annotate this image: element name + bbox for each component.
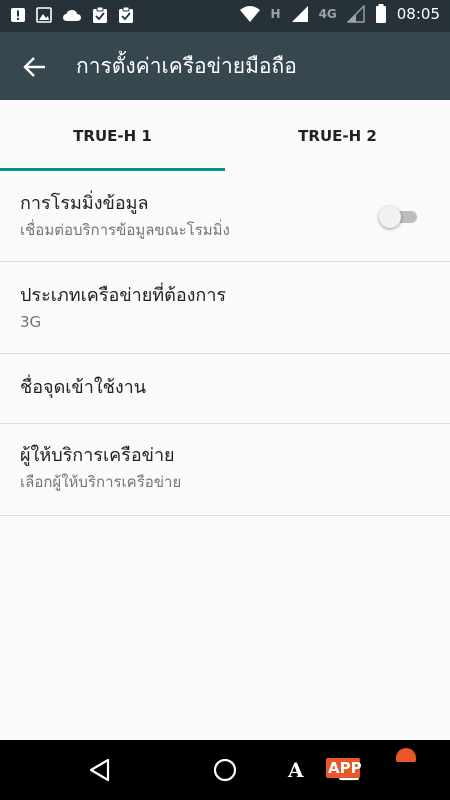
network-h-label: H	[270, 7, 281, 21]
watermark-text: APP	[328, 759, 362, 777]
status-bar: H 4G 08:05	[0, 0, 450, 32]
network-operators-title: ผู้ให้บริการเครือข่าย	[20, 445, 175, 466]
back-button[interactable]	[22, 54, 48, 80]
navigation-bar: A APP	[0, 740, 450, 800]
arrow-back-icon	[23, 57, 45, 77]
page-title: การตั้งค่าเครือข่ายมือถือ	[76, 54, 297, 78]
image-icon	[36, 7, 52, 23]
tab-indicator	[0, 168, 225, 171]
system-icons: H 4G 08:05	[239, 4, 440, 24]
access-point-names-preference[interactable]: ชื่อจุดเข้าใช้งาน	[0, 354, 450, 424]
tab-true-h-1[interactable]: TRUE-H 1	[0, 100, 225, 172]
data-roaming-summary: เชื่อมต่อบริการข้อมูลขณะโรมมิ่ง	[20, 221, 230, 239]
network-operators-summary: เลือกผู้ให้บริการเครือข่าย	[20, 473, 182, 491]
back-triangle-icon	[89, 758, 110, 782]
cloud-icon	[63, 10, 81, 21]
preference-list: การโรมมิ่งข้อมูล เชื่อมต่อบริการข้อมูลขณ…	[0, 172, 450, 516]
network-4g-label: 4G	[318, 7, 337, 21]
clipboard-check-icon	[119, 6, 133, 23]
watermark-flame-icon	[396, 748, 416, 762]
preferred-network-type-title: ประเภทเครือข่ายที่ต้องการ	[20, 285, 227, 306]
network-operators-preference[interactable]: ผู้ให้บริการเครือข่าย เลือกผู้ให้บริการเ…	[0, 424, 450, 516]
tab-true-h-2[interactable]: TRUE-H 2	[225, 100, 450, 172]
access-point-names-title: ชื่อจุดเข้าใช้งาน	[20, 377, 147, 398]
clock: 08:05	[396, 5, 440, 23]
battery-icon	[375, 4, 386, 23]
data-roaming-preference[interactable]: การโรมมิ่งข้อมูล เชื่อมต่อบริการข้อมูลขณ…	[0, 172, 450, 262]
watermark-mark: A	[288, 758, 304, 782]
app-toolbar: การตั้งค่าเครือข่ายมือถือ	[0, 32, 450, 100]
wifi-icon	[239, 6, 260, 22]
alert-icon	[11, 8, 25, 22]
home-circle-icon	[213, 758, 237, 782]
switch-thumb	[379, 206, 401, 228]
nav-home-button[interactable]	[209, 754, 241, 786]
nav-back-button[interactable]	[84, 754, 116, 786]
signal-icon	[291, 6, 308, 22]
signal-icon	[346, 5, 365, 23]
preferred-network-type-summary: 3G	[20, 313, 42, 331]
preferred-network-type-preference[interactable]: ประเภทเครือข่ายที่ต้องการ 3G	[0, 262, 450, 354]
data-roaming-switch[interactable]	[379, 206, 417, 228]
clipboard-check-icon	[93, 6, 107, 23]
sim-tabs: TRUE-H 1 TRUE-H 2	[0, 100, 450, 172]
notification-icons	[10, 6, 134, 24]
data-roaming-title: การโรมมิ่งข้อมูล	[20, 193, 149, 214]
